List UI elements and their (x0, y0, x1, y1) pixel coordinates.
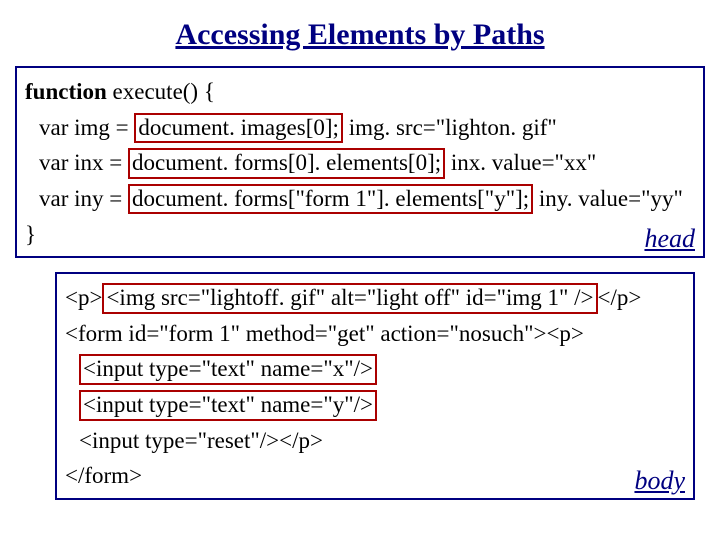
code-line: <input type="reset"/></p> (65, 423, 685, 459)
code-text: iny. value="yy" (533, 186, 683, 211)
code-text: var img = (39, 115, 134, 140)
head-label: head (644, 224, 695, 254)
code-text: var iny = (39, 186, 128, 211)
code-line: <input type="text" name="x"/> (65, 351, 685, 387)
highlight-box: document. images[0]; (134, 113, 343, 143)
code-text: var inx = (39, 150, 128, 175)
body-code-box: <p><img src="lightoff. gif" alt="light o… (55, 272, 695, 500)
code-line: var iny = document. forms["form 1"]. ele… (25, 181, 695, 217)
code-line: </form> (65, 458, 685, 494)
code-line: var img = document. images[0]; img. src=… (25, 110, 695, 146)
code-text: inx. value="xx" (445, 150, 596, 175)
code-text: execute() { (107, 79, 215, 104)
code-text: img. src="lighton. gif" (343, 115, 557, 140)
body-label: body (634, 466, 685, 496)
code-line: <input type="text" name="y"/> (65, 387, 685, 423)
code-line: <p><img src="lightoff. gif" alt="light o… (65, 280, 685, 316)
highlight-box: <input type="text" name="y"/> (79, 390, 377, 420)
page-title: Accessing Elements by Paths (15, 18, 705, 52)
code-text: </p> (598, 285, 642, 310)
head-code-box: function execute() { var img = document.… (15, 66, 705, 258)
highlight-box: <input type="text" name="x"/> (79, 354, 377, 384)
code-line: <form id="form 1" method="get" action="n… (65, 316, 685, 352)
code-line: var inx = document. forms[0]. elements[0… (25, 145, 695, 181)
code-line: function execute() { (25, 74, 695, 110)
highlight-box: document. forms[0]. elements[0]; (128, 148, 445, 178)
code-text: <p> (65, 285, 102, 310)
keyword-function: function (25, 79, 107, 104)
highlight-box: document. forms["form 1"]. elements["y"]… (128, 184, 533, 214)
highlight-box: <img src="lightoff. gif" alt="light off"… (102, 283, 597, 313)
code-line: } (25, 217, 695, 253)
